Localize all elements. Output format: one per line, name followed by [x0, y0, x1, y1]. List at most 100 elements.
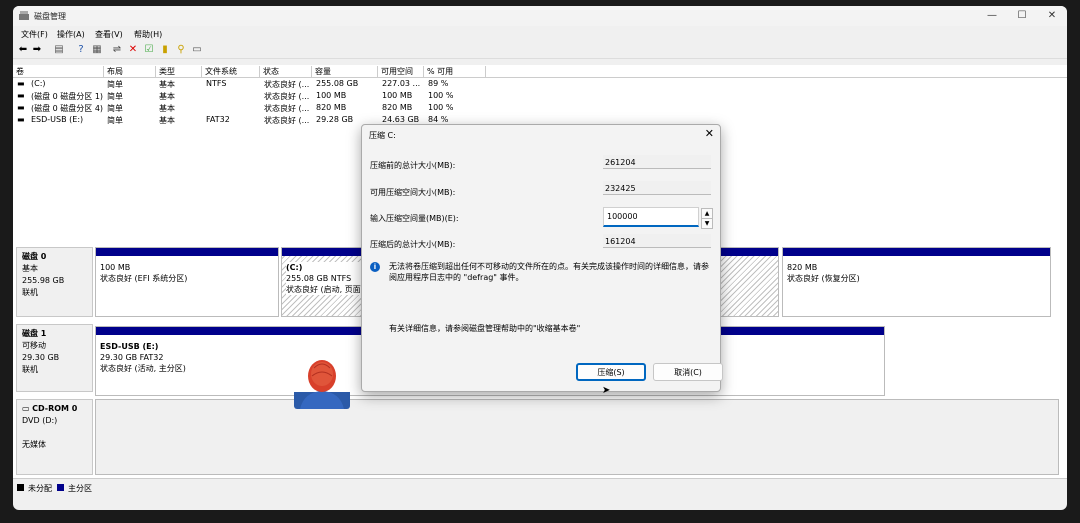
- partition-efi[interactable]: 100 MB 状态良好 (EFI 系统分区): [95, 247, 279, 317]
- dialog-close-icon[interactable]: ✕: [705, 127, 714, 140]
- col-capacity[interactable]: 容量: [312, 66, 378, 77]
- partition-size: 100 MB: [100, 263, 131, 272]
- cell-status: 状态良好 (...: [264, 104, 310, 113]
- close-button[interactable]: ✕: [1037, 6, 1067, 26]
- cell-capacity: 820 MB: [316, 103, 347, 112]
- col-layout[interactable]: 布局: [104, 66, 156, 77]
- label-total-after: 压缩后的总计大小(MB):: [370, 240, 456, 249]
- table-row[interactable]: ▬ (磁盘 0 磁盘分区 4) 简单 基本 状态良好 (... 820 MB 8…: [13, 102, 1067, 114]
- folder-icon[interactable]: ▮: [159, 44, 171, 56]
- col-volume[interactable]: 卷: [13, 66, 104, 77]
- back-icon[interactable]: ⬅: [17, 44, 29, 56]
- connect-icon[interactable]: ⇌: [111, 44, 123, 56]
- cdrom-area: [95, 399, 1059, 475]
- mouse-cursor-icon: ➤: [602, 385, 611, 396]
- disk-name: 磁盘 1: [22, 329, 47, 338]
- properties-icon[interactable]: ▦: [91, 44, 103, 56]
- toolbar: ⬅ ➡ ▤ ? ▦ ⇌ ✕ ☑ ▮ ⚲ ▭: [13, 42, 1067, 59]
- disk-name: CD-ROM 0: [32, 404, 78, 413]
- disk-0-label[interactable]: 磁盘 0 基本 255.98 GB 联机: [16, 247, 93, 317]
- spin-down-icon[interactable]: ▼: [701, 218, 713, 229]
- menu-action[interactable]: 操作(A): [57, 29, 85, 40]
- cell-free-space: 24.63 GB: [382, 115, 420, 124]
- unallocated-swatch: [17, 484, 24, 491]
- cell-layout: 简单: [107, 104, 123, 113]
- info-icon: i: [370, 262, 380, 272]
- window-title: 磁盘管理: [34, 12, 66, 21]
- disk-size: 29.30 GB: [22, 353, 60, 362]
- info-message: 无法将卷压缩到超出任何不可移动的文件所在的点。有关完成该操作时间的详细信息，请参…: [389, 262, 709, 282]
- partition-status: 状态良好 (启动, 页面: [286, 285, 361, 294]
- cell-type: 基本: [159, 80, 175, 89]
- minimize-button[interactable]: —: [977, 6, 1007, 26]
- volume-icon: ▬: [17, 91, 25, 100]
- disk-1-label[interactable]: 磁盘 1 可移动 29.30 GB 联机: [16, 324, 93, 392]
- search-icon[interactable]: ⚲: [175, 44, 187, 56]
- col-filesystem[interactable]: 文件系统: [202, 66, 260, 77]
- cell-volume: (C:): [31, 79, 46, 88]
- col-status[interactable]: 状态: [260, 66, 312, 77]
- value-available: 232425: [603, 181, 711, 195]
- check-icon[interactable]: ☑: [143, 44, 155, 56]
- cdrom-0-label[interactable]: ▭ CD-ROM 0 DVD (D:) 无媒体: [16, 399, 93, 475]
- partition-title: (C:): [286, 263, 303, 272]
- disk-status: 无媒体: [22, 440, 46, 449]
- partition-bar: [783, 248, 1050, 256]
- menu-bar: 文件(F) 操作(A) 查看(V) 帮助(H): [13, 27, 1067, 41]
- help-icon[interactable]: ?: [75, 44, 87, 56]
- primary-swatch: [57, 484, 64, 491]
- cell-free-space: 100 MB: [382, 91, 413, 100]
- cell-capacity: 29.28 GB: [316, 115, 354, 124]
- cell-layout: 简单: [107, 80, 123, 89]
- maximize-button[interactable]: ☐: [1007, 6, 1037, 26]
- cell-status: 状态良好 (...: [264, 116, 310, 125]
- cell-free-space: 820 MB: [382, 103, 413, 112]
- menu-help[interactable]: 帮助(H): [134, 29, 162, 40]
- menu-file[interactable]: 文件(F): [21, 29, 48, 40]
- cell-volume: (磁盘 0 磁盘分区 1): [31, 92, 104, 101]
- view-icon[interactable]: ▭: [191, 44, 203, 56]
- table-row[interactable]: ▬ (C:) 简单 基本 NTFS 状态良好 (... 255.08 GB 22…: [13, 78, 1067, 90]
- table-row[interactable]: ▬ (磁盘 0 磁盘分区 1) 简单 基本 状态良好 (... 100 MB 1…: [13, 90, 1067, 102]
- partition-recovery[interactable]: 820 MB 状态良好 (恢复分区): [782, 247, 1051, 317]
- cell-type: 基本: [159, 92, 175, 101]
- cell-layout: 简单: [107, 116, 123, 125]
- cell-filesystem: FAT32: [206, 115, 230, 124]
- cell-layout: 简单: [107, 92, 123, 101]
- legend: 未分配 主分区: [13, 478, 1067, 495]
- disk-size: 255.98 GB: [22, 276, 65, 285]
- col-percent-free[interactable]: % 可用: [424, 66, 486, 77]
- delete-icon[interactable]: ✕: [127, 44, 139, 56]
- volume-icon: ▬: [17, 79, 25, 88]
- shrink-dialog: 压缩 C: ✕ 压缩前的总计大小(MB): 261204 可用压缩空间大小(MB…: [361, 124, 723, 392]
- help-message: 有关详细信息，请参阅磁盘管理帮助中的"收缩基本卷": [389, 324, 581, 333]
- label-available: 可用压缩空间大小(MB):: [370, 188, 456, 197]
- volume-icon: ▬: [17, 103, 25, 112]
- shrink-button[interactable]: 压缩(S): [576, 363, 646, 381]
- cell-percent-free: 100 %: [428, 91, 454, 100]
- disk-type: DVD (D:): [22, 416, 58, 425]
- col-free-space[interactable]: 可用空间: [378, 66, 424, 77]
- menu-view[interactable]: 查看(V): [95, 29, 123, 40]
- cell-free-space: 227.03 ...: [382, 79, 421, 88]
- partition-size: 255.08 GB NTFS: [286, 274, 352, 283]
- label-total-before: 压缩前的总计大小(MB):: [370, 161, 456, 170]
- cancel-button[interactable]: 取消(C): [653, 363, 723, 381]
- disk-status: 联机: [22, 365, 38, 374]
- cell-status: 状态良好 (...: [264, 80, 310, 89]
- disk-type: 基本: [22, 264, 38, 273]
- value-total-before: 261204: [603, 155, 711, 169]
- partition-status: 状态良好 (EFI 系统分区): [100, 274, 188, 283]
- cell-volume: (磁盘 0 磁盘分区 4): [31, 104, 104, 113]
- dialog-title: 压缩 C:: [369, 131, 396, 140]
- partition-size: 29.30 GB FAT32: [100, 353, 164, 362]
- col-type[interactable]: 类型: [156, 66, 202, 77]
- partition-bar: [96, 248, 278, 256]
- shrink-amount-input[interactable]: 100000: [603, 207, 699, 227]
- label-shrink-amount: 输入压缩空间量(MB)(E):: [370, 214, 459, 223]
- legend-primary: 主分区: [68, 484, 92, 493]
- partition-size: 820 MB: [787, 263, 818, 272]
- forward-icon[interactable]: ➡: [31, 44, 43, 56]
- console-tree-icon[interactable]: ▤: [53, 44, 65, 56]
- cell-type: 基本: [159, 104, 175, 113]
